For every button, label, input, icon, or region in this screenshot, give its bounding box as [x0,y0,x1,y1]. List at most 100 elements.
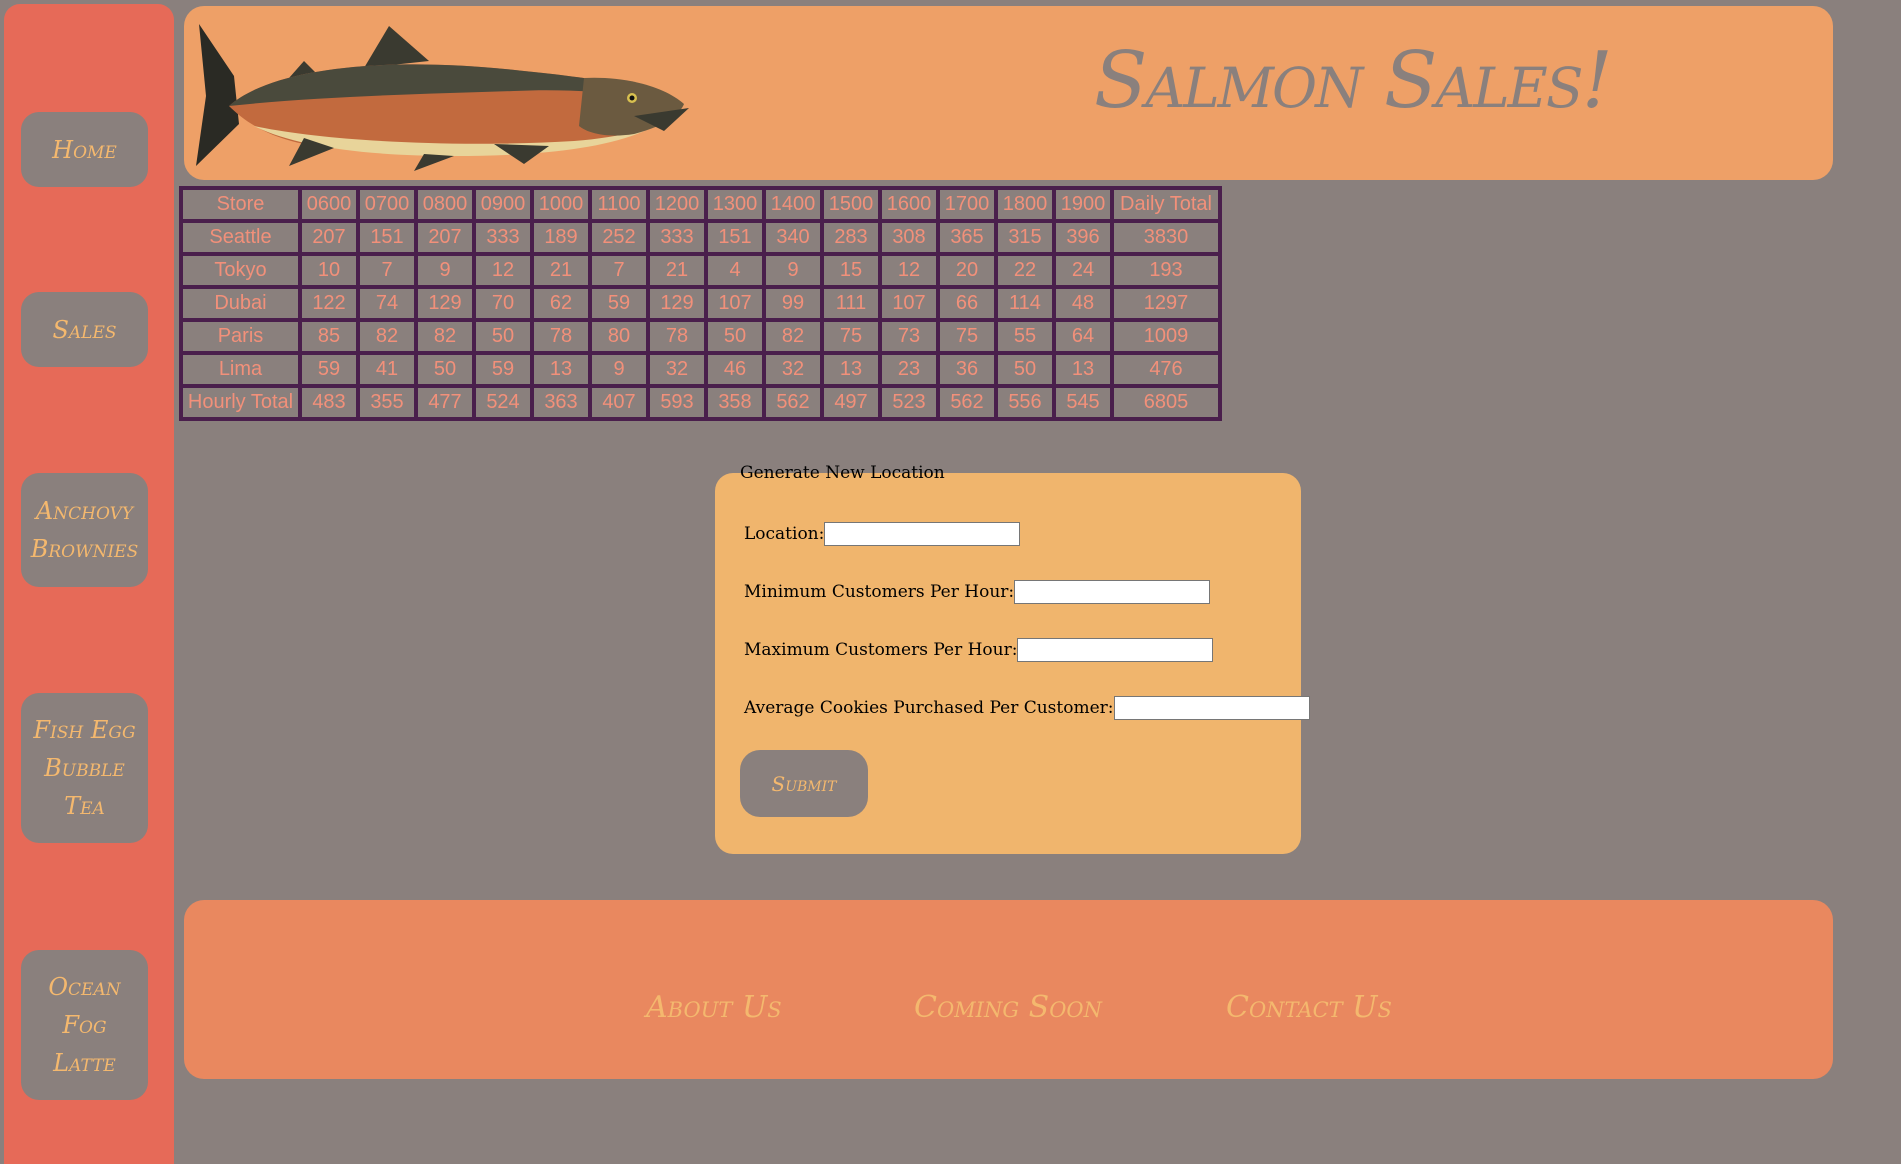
table-cell: 7 [358,254,416,287]
table-row-label: Lima [181,353,300,386]
page-footer: About Us Coming Soon Contact Us [184,900,1833,1079]
table-cell: 365 [938,221,996,254]
location-input[interactable] [824,522,1021,546]
table-cell: 74 [358,287,416,320]
table-cell: 78 [532,320,590,353]
table-cell: 55 [996,320,1054,353]
table-cell: 3830 [1112,221,1220,254]
nav-fish-egg-bubble-tea-label: Fish Egg Bubble Tea [33,716,136,820]
nav-home-button[interactable]: Home [21,112,148,187]
table-cell: 85 [300,320,358,353]
table-header-cell: 1000 [532,188,590,221]
table-row: Dubai 122 74 129 70 62 59 129 107 99 111 107 66 114 48… [181,287,1220,320]
table-cell: 207 [300,221,358,254]
table-cell: 114 [996,287,1054,320]
avg-cookies-field-row: Average Cookies Purchased Per Customer: [744,696,1310,720]
max-customers-input[interactable] [1017,638,1214,662]
max-customers-label: Maximum Customers Per Hour: [744,640,1018,660]
nav-sales-button[interactable]: Sales [21,292,148,367]
table-cell: 9 [764,254,822,287]
table-cell: 207 [416,221,474,254]
table-cell: 396 [1054,221,1112,254]
table-cell: 59 [300,353,358,386]
table-cell: 21 [532,254,590,287]
table-cell: 129 [416,287,474,320]
footer-link-coming-soon[interactable]: Coming Soon [914,990,1102,1025]
table-header-cell: 1300 [706,188,764,221]
table-header-cell: 1200 [648,188,706,221]
table-header-row: Store 0600 0700 0800 0900 1000 1100 1200… [181,188,1220,221]
min-customers-field-row: Minimum Customers Per Hour: [744,580,1211,604]
table-cell: 82 [764,320,822,353]
table-cell: 21 [648,254,706,287]
table-cell: 80 [590,320,648,353]
nav-ocean-fog-latte-button[interactable]: Ocean Fog Latte [21,950,148,1100]
table-header-cell: 1700 [938,188,996,221]
table-header-cell: 1900 [1054,188,1112,221]
min-customers-input[interactable] [1014,580,1211,604]
footer-link-contact-us[interactable]: Contact Us [1226,990,1392,1025]
nav-anchovy-brownies-button[interactable]: Anchovy Brownies [21,473,148,587]
table-cell: 64 [1054,320,1112,353]
nav-anchovy-brownies-label: Anchovy Brownies [30,497,139,563]
table-cell: 315 [996,221,1054,254]
table-cell: 36 [938,353,996,386]
table-header-cell: 1500 [822,188,880,221]
table-cell: 24 [1054,254,1112,287]
table-cell: 48 [1054,287,1112,320]
nav-fish-egg-bubble-tea-button[interactable]: Fish Egg Bubble Tea [21,693,148,843]
table-cell: 15 [822,254,880,287]
submit-button[interactable]: Submit [740,750,868,817]
nav-sales-label: Sales [52,315,117,344]
table-cell: 50 [416,353,474,386]
table-cell: 82 [416,320,474,353]
page-title: Salmon Sales! [1094,36,1613,126]
table-cell: 483 [300,386,358,419]
table-body: Seattle 207 151 207 333 189 252 333 151 340 283 308… [181,221,1220,419]
table-cell: 252 [590,221,648,254]
table-cell: 151 [358,221,416,254]
table-cell: 41 [358,353,416,386]
table-cell: 545 [1054,386,1112,419]
footer-link-about-us[interactable]: About Us [646,990,782,1025]
table-cell: 20 [938,254,996,287]
table-cell: 99 [764,287,822,320]
table-cell: 6805 [1112,386,1220,419]
min-customers-label: Minimum Customers Per Hour: [744,582,1015,602]
table-cell: 75 [822,320,880,353]
table-cell: 476 [1112,353,1220,386]
table-cell: 13 [532,353,590,386]
table-row: Lima 59 41 50 59 13 9 32 46 32 13 23 36 50 13 476 [181,353,1220,386]
avg-cookies-input[interactable] [1113,696,1310,720]
table-cell: 497 [822,386,880,419]
table-row-label: Paris [181,320,300,353]
table-cell: 75 [938,320,996,353]
table-cell: 46 [706,353,764,386]
table-cell: 407 [590,386,648,419]
table-cell: 1297 [1112,287,1220,320]
table-cell: 193 [1112,254,1220,287]
max-customers-field-row: Maximum Customers Per Hour: [744,638,1214,662]
table-header-cell: 1800 [996,188,1054,221]
table-cell: 593 [648,386,706,419]
table-cell: 308 [880,221,938,254]
table-cell: 524 [474,386,532,419]
location-label: Location: [744,524,825,544]
nav-home-label: Home [52,135,117,164]
table-cell: 1009 [1112,320,1220,353]
table-cell: 7 [590,254,648,287]
table-cell: 23 [880,353,938,386]
table-cell: 78 [648,320,706,353]
table-cell: 107 [880,287,938,320]
table-row-label: Tokyo [181,254,300,287]
table-cell: 4 [706,254,764,287]
table-row: Hourly Total 483 355 477 524 363 407 593 358 562 4… [181,386,1220,419]
table-cell: 73 [880,320,938,353]
table-cell: 477 [416,386,474,419]
salmon-logo-icon [196,24,689,171]
table-header-cell: 0700 [358,188,416,221]
table-row-label: Hourly Total [181,386,300,419]
table-row-label: Seattle [181,221,300,254]
table-row-label: Dubai [181,287,300,320]
table-cell: 122 [300,287,358,320]
